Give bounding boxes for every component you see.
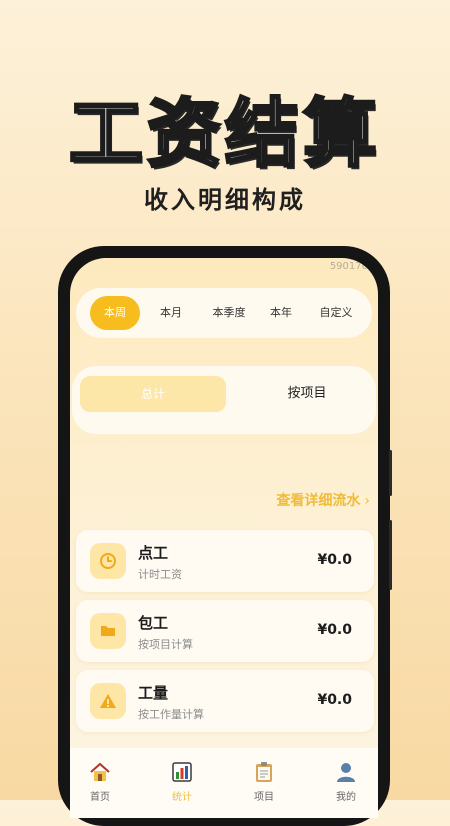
nav-item-mine[interactable]: 我的 [324,760,368,803]
app-screen: 590176 本周 本月 本季度 本年 自定义 总计 按项目 查看详细流水 › 点… [70,258,378,818]
tab-custom[interactable]: 自定义 [310,296,362,330]
bottom-nav: 首页 统计 项目 我的 [70,748,378,818]
summary-segment: 总计 按项目 [72,366,376,434]
row-amount: ¥0.0 [317,552,352,568]
folder-icon [90,613,126,649]
row-amount: ¥0.0 [317,692,352,708]
tab-this-month[interactable]: 本月 [146,296,196,330]
chart-icon [160,760,204,786]
nav-item-projects[interactable]: 项目 [242,760,286,803]
nav-label: 项目 [254,792,274,803]
row-subtitle: 按工作量计算 [138,708,204,721]
clipboard-icon [242,760,286,786]
chevron-right-icon: › [364,493,370,509]
id-watermark: 590176 [329,261,368,272]
nav-item-home[interactable]: 首页 [78,760,122,803]
row-title: 点工 [138,544,169,562]
tab-this-year[interactable]: 本年 [260,296,302,330]
period-tabs: 本周 本月 本季度 本年 自定义 [76,288,372,338]
row-title: 工量 [138,684,169,702]
row-title: 包工 [138,614,169,632]
row-subtitle: 计时工资 [138,568,182,581]
segment-total-button[interactable]: 总计 [80,376,226,412]
nav-item-stats[interactable]: 统计 [160,760,204,803]
list-item-hourly[interactable]: 点工 计时工资 ¥0.0 [76,530,374,592]
nav-label: 统计 [172,792,192,803]
warning-icon [90,683,126,719]
view-detail-label: 查看详细流水 [276,493,361,509]
promo-headline: 工资结算 [68,90,381,179]
list-item-contract[interactable]: 包工 按项目计算 ¥0.0 [76,600,374,662]
tab-this-week[interactable]: 本周 [90,296,140,330]
promo-subheadline: 收入明细构成 [144,186,306,214]
segment-by-project-button[interactable]: 按项目 [262,376,352,412]
clock-icon [90,543,126,579]
row-subtitle: 按项目计算 [138,638,193,651]
nav-label: 我的 [336,792,356,803]
tab-this-quarter[interactable]: 本季度 [200,296,258,330]
phone-side-button [389,450,392,496]
nav-label: 首页 [90,792,110,803]
home-icon [78,760,122,786]
row-amount: ¥0.0 [317,622,352,638]
view-detail-link[interactable]: 查看详细流水 › [276,490,370,510]
user-icon [324,760,368,786]
phone-side-button [389,520,392,590]
list-item-workload[interactable]: 工量 按工作量计算 ¥0.0 [76,670,374,732]
